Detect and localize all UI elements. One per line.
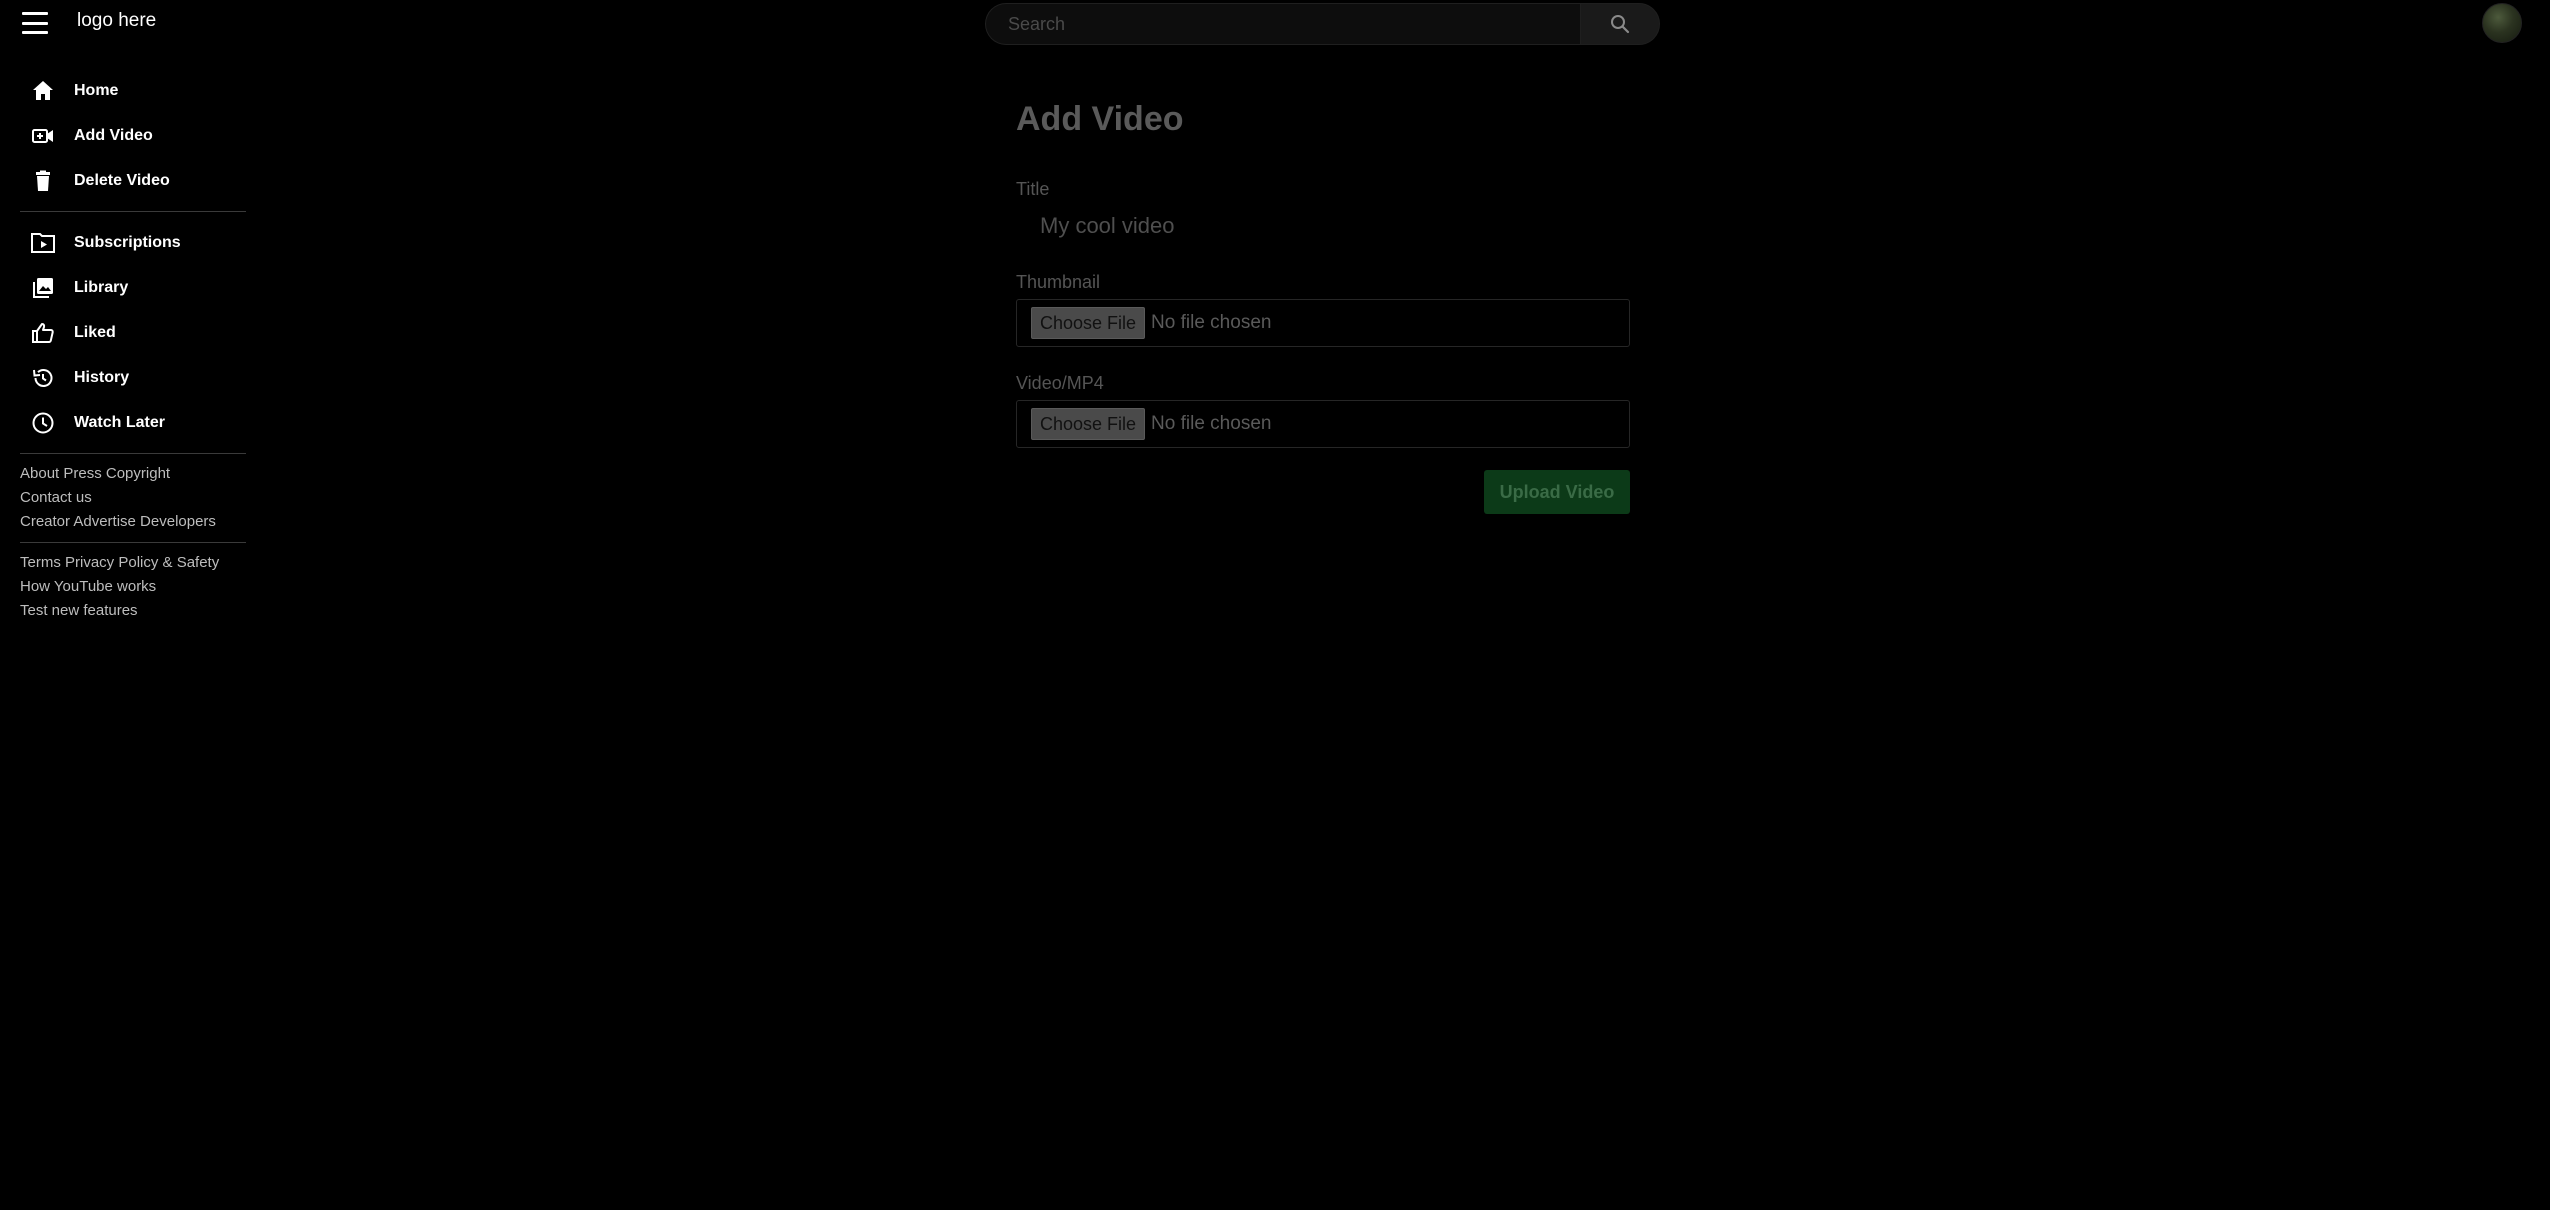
- sidebar-item-history[interactable]: History: [0, 355, 250, 400]
- thumbnail-file-input[interactable]: Choose File No file chosen: [1016, 299, 1630, 347]
- trash-icon: [30, 168, 56, 194]
- footer-link[interactable]: Contact us: [20, 486, 250, 510]
- sidebar-item-home[interactable]: Home: [0, 68, 250, 113]
- thumbs-up-icon: [30, 320, 56, 346]
- sidebar-item-label: Library: [74, 278, 129, 296]
- library-icon: [30, 275, 56, 301]
- thumbnail-file-status: No file chosen: [1151, 312, 1272, 333]
- top-bar: logo here: [0, 0, 2550, 46]
- page-title: Add Video: [1016, 100, 1184, 138]
- history-icon: [30, 365, 56, 391]
- sidebar-item-watch-later[interactable]: Watch Later: [0, 400, 250, 445]
- sidebar-item-label: Delete Video: [74, 171, 170, 189]
- hamburger-menu-icon[interactable]: [22, 12, 48, 34]
- avatar[interactable]: [2482, 3, 2522, 43]
- video-choose-file-button[interactable]: Choose File: [1031, 408, 1146, 440]
- sidebar-item-subscriptions[interactable]: Subscriptions: [0, 220, 250, 265]
- footer-link[interactable]: Terms Privacy Policy & Safety: [20, 551, 250, 575]
- footer-link[interactable]: Test new features: [20, 599, 250, 623]
- sidebar-item-add-video[interactable]: Add Video: [0, 113, 250, 158]
- search-bar: [985, 3, 1660, 45]
- sidebar-item-label: Subscriptions: [74, 233, 181, 251]
- title-label: Title: [1016, 179, 1050, 199]
- search-button[interactable]: [1580, 3, 1660, 45]
- footer-links-group: Terms Privacy Policy & Safety How YouTub…: [0, 551, 250, 623]
- footer-link[interactable]: How YouTube works: [20, 575, 250, 599]
- video-label: Video/MP4: [1016, 373, 1104, 393]
- sidebar-divider: [20, 542, 246, 543]
- sidebar-item-label: Home: [74, 81, 119, 99]
- thumbnail-label: Thumbnail: [1016, 272, 1101, 292]
- sidebar-item-label: Liked: [74, 323, 116, 341]
- title-input[interactable]: [1016, 206, 1630, 246]
- footer-link[interactable]: About Press Copyright: [20, 462, 250, 486]
- thumbnail-choose-file-button[interactable]: Choose File: [1031, 307, 1146, 339]
- sidebar-item-library[interactable]: Library: [0, 265, 250, 310]
- add-video-form: Add Video Title Thumbnail Choose File No…: [1016, 100, 1630, 514]
- video-file-input[interactable]: Choose File No file chosen: [1016, 400, 1630, 448]
- clock-icon: [30, 410, 56, 436]
- sidebar-divider: [20, 211, 246, 212]
- home-icon: [30, 78, 56, 104]
- upload-video-button[interactable]: Upload Video: [1484, 470, 1630, 514]
- footer-links-group: About Press Copyright Contact us Creator…: [0, 462, 250, 534]
- video-file-status: No file chosen: [1151, 413, 1272, 434]
- subscriptions-icon: [30, 230, 56, 256]
- sidebar-item-label: Watch Later: [74, 413, 165, 431]
- sidebar-divider: [20, 453, 246, 454]
- logo[interactable]: logo here: [77, 10, 156, 32]
- add-video-icon: [30, 123, 56, 149]
- upload-row: Upload Video: [1016, 470, 1630, 514]
- sidebar-item-label: History: [74, 368, 130, 386]
- search-input[interactable]: [985, 3, 1580, 45]
- sidebar: Home Add Video Delete Video Subscription…: [0, 68, 250, 623]
- footer-link[interactable]: Creator Advertise Developers: [20, 510, 250, 534]
- search-icon: [1611, 15, 1630, 34]
- sidebar-item-liked[interactable]: Liked: [0, 310, 250, 355]
- sidebar-item-label: Add Video: [74, 126, 153, 144]
- sidebar-item-delete-video[interactable]: Delete Video: [0, 158, 250, 203]
